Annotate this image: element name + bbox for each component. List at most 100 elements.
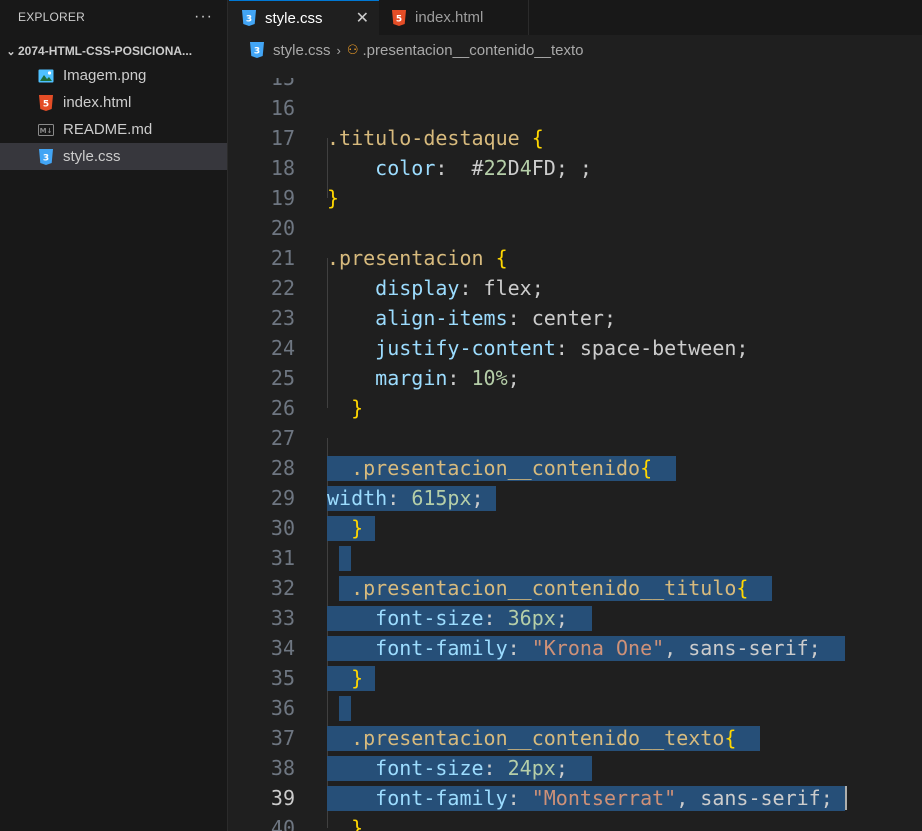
code-text: font-family: "Krona One", sans-serif; [375,636,821,660]
css3-icon: 3 [38,148,54,165]
file-item-index-html[interactable]: 5 index.html [0,89,227,116]
code-line[interactable]: 35 } [229,663,922,693]
file-item-style-css[interactable]: 3 style.css [0,143,227,170]
code-text: display: flex; [375,276,544,300]
line-number: 40 [270,816,295,831]
line-number: 16 [270,96,295,120]
markdown-icon: M↓ [38,122,54,138]
code-line[interactable]: 34 font-family: "Krona One", sans-serif; [229,633,922,663]
css3-icon: 3 [241,10,257,26]
code-line[interactable]: 29 width: 615px; [229,483,922,513]
code-line[interactable]: 15 [229,78,922,93]
image-icon [38,68,54,84]
folder-name: 2074-HTML-CSS-POSICIONA... [18,44,193,58]
code-line[interactable]: 32 .presentacion__contenido__titulo{ [229,573,922,603]
code-text: .titulo-destaque { [327,126,544,150]
selection-highlight [339,696,352,721]
line-number: 30 [270,516,295,540]
file-item-readme-md[interactable]: M↓ README.md [0,116,227,143]
code-line[interactable]: 36 [229,693,922,723]
line-number: 25 [270,366,295,390]
code-line[interactable]: 37 .presentacion__contenido__texto{ [229,723,922,753]
line-number: 35 [270,666,295,690]
line-number: 18 [270,156,295,180]
code-text: } [351,516,364,540]
code-line[interactable]: 25 margin: 10%; [229,363,922,393]
more-actions-icon[interactable]: ··· [194,8,213,26]
svg-text:3: 3 [43,153,49,163]
code-line[interactable]: 33 font-size: 36px; [229,603,922,633]
tab-bar: 3 style.css ✕ 5 index.html [229,0,922,35]
code-line[interactable]: 16 [229,93,922,123]
line-number: 39 [270,786,295,810]
file-name: index.html [63,94,132,111]
svg-text:3: 3 [246,15,252,25]
file-name: Imagem.png [63,67,147,84]
code-text: .presentacion { [327,246,508,270]
code-editor[interactable]: 15 16 17 .titulo-destaque {18 color: #22D4F… [229,78,922,831]
tab-style-css[interactable]: 3 style.css ✕ [229,0,379,35]
code-line[interactable]: 20 [229,213,922,243]
code-text: justify-content: space-between; [375,336,749,360]
breadcrumb-file[interactable]: style.css [273,42,331,59]
text-cursor [844,786,847,810]
code-line[interactable]: 21 .presentacion { [229,243,922,273]
code-line[interactable]: 18 color: #22D4FD; ; [229,153,922,183]
line-number: 32 [270,576,295,600]
code-text: } [351,396,364,420]
tab-index-html[interactable]: 5 index.html [379,0,529,35]
line-number: 28 [270,456,295,480]
explorer-header: EXPLORER ··· [0,0,227,34]
code-text: font-family: "Montserrat", sans-serif; [375,786,833,810]
svg-text:5: 5 [43,99,49,109]
line-number: 31 [270,546,295,570]
code-text: font-size: 24px; [375,756,568,780]
file-item-imagem-png[interactable]: Imagem.png [0,62,227,89]
folder-root[interactable]: ⌄ 2074-HTML-CSS-POSICIONA... [0,40,227,62]
code-line[interactable]: 40 } [229,813,922,831]
code-text: } [351,666,364,690]
code-line[interactable]: 28 .presentacion__contenido{ [229,453,922,483]
explorer-sidebar: EXPLORER ··· ⌄ 2074-HTML-CSS-POSICIONA..… [0,0,228,831]
code-text: } [351,816,364,831]
code-text: .presentacion__contenido{ [351,456,653,480]
line-number: 21 [270,246,295,270]
code-line[interactable]: 23 align-items: center; [229,303,922,333]
svg-text:5: 5 [396,14,402,24]
code-line[interactable]: 19} [229,183,922,213]
code-line[interactable]: 39 font-family: "Montserrat", sans-serif… [229,783,922,813]
css3-icon: 3 [249,42,265,58]
line-number: 22 [270,276,295,300]
code-text: .presentacion__contenido__titulo{ [351,576,749,600]
symbol-class-icon: ⚇ [346,42,359,57]
breadcrumb: 3 style.css › ⚇ .presentacion__contenido… [229,35,922,65]
html5-icon: 5 [38,94,54,111]
code-line[interactable]: 27 [229,423,922,453]
close-icon[interactable]: ✕ [356,8,369,28]
line-number: 33 [270,606,295,630]
code-line[interactable]: 38 font-size: 24px; [229,753,922,783]
code-line[interactable]: 31 [229,543,922,573]
code-text: font-size: 36px; [375,606,568,630]
code-line[interactable]: 22 display: flex; [229,273,922,303]
code-text: align-items: center; [375,306,616,330]
code-line[interactable]: 17 .titulo-destaque { [229,123,922,153]
line-number: 23 [270,306,295,330]
tab-label: index.html [415,9,484,26]
selection-highlight [339,546,352,571]
line-number: 27 [270,426,295,450]
code-line[interactable]: 30 } [229,513,922,543]
line-number: 36 [270,696,295,720]
tab-label: style.css [265,9,323,27]
code-line[interactable]: 24 justify-content: space-between; [229,333,922,363]
line-number: 15 [270,78,295,90]
breadcrumb-symbol[interactable]: .presentacion__contenido__texto [363,42,584,59]
code-line[interactable]: 26 } [229,393,922,423]
line-number: 34 [270,636,295,660]
line-number: 26 [270,396,295,420]
line-number: 37 [270,726,295,750]
chevron-down-icon: ⌄ [6,45,16,58]
svg-text:3: 3 [254,47,260,57]
line-number: 38 [270,756,295,780]
chevron-right-icon: › [336,42,341,58]
